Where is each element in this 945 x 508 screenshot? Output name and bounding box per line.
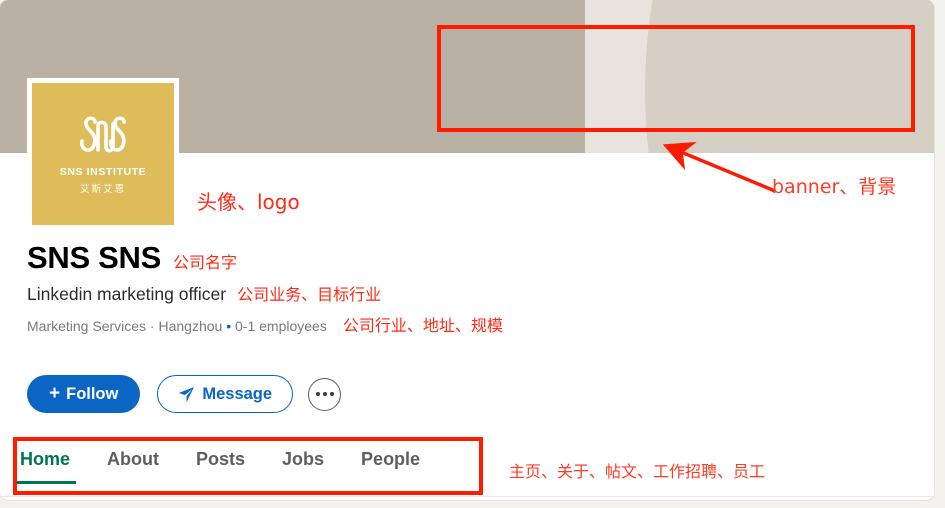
company-info: SNS SNS 公司名字 Linkedin marketing officer … [27, 240, 907, 336]
send-icon [178, 386, 195, 403]
company-logo[interactable]: SNS INSTITUTE 艾斯艾恩 [27, 78, 179, 230]
company-location: Hangzhou [158, 318, 223, 335]
tab-people[interactable]: People [361, 443, 420, 484]
company-name-row: SNS SNS 公司名字 [27, 240, 907, 275]
tab-posts[interactable]: Posts [196, 443, 245, 484]
company-tagline-row: Linkedin marketing officer 公司业务、目标行业 [27, 281, 907, 305]
tab-home-label: Home [20, 449, 71, 469]
company-industry: Marketing Services [27, 318, 147, 335]
linkedin-company-page: SNS INSTITUTE 艾斯艾恩 SNS SNS 公司名字 Linkedin… [0, 0, 945, 508]
logo-brand-text-cn: 艾斯艾恩 [79, 183, 126, 195]
company-meta-row: Marketing Services · Hangzhou • 0-1 empl… [27, 312, 907, 336]
annotation-logo: 头像、logo [197, 190, 300, 214]
ellipsis-dot-icon [315, 392, 320, 396]
company-tagline: Linkedin marketing officer [27, 284, 227, 305]
tab-jobs[interactable]: Jobs [282, 443, 324, 484]
company-nav-tabs: Home About Posts Jobs People [13, 443, 457, 484]
meta-separator: · [146, 318, 159, 335]
message-button-label: Message [202, 384, 273, 403]
annotation-company-name: 公司名字 [173, 253, 238, 272]
tab-about-label: About [107, 449, 159, 469]
tabs-divider [0, 496, 934, 497]
ellipsis-dot-icon [322, 392, 327, 396]
annotation-meta: 公司行业、地址、规模 [342, 316, 503, 336]
sns-monogram-icon [79, 115, 126, 153]
tab-people-label: People [361, 449, 421, 469]
meta-bullet: • [222, 318, 236, 335]
more-actions-button[interactable] [308, 377, 342, 411]
ellipsis-dot-icon [329, 392, 334, 396]
annotation-tabs: 主页、关于、帖文、工作招聘、员工 [509, 462, 766, 481]
action-buttons: + Follow Message [27, 375, 342, 413]
follow-button[interactable]: + Follow [27, 375, 141, 413]
tab-about[interactable]: About [107, 443, 159, 484]
logo-brand-text: SNS INSTITUTE [59, 165, 147, 178]
plus-icon: + [49, 383, 61, 404]
company-employees: 0-1 employees [235, 318, 327, 335]
tab-jobs-label: Jobs [282, 449, 325, 469]
page-title: SNS SNS [27, 240, 161, 275]
banner-curved-shape [645, 0, 934, 153]
company-profile-card: SNS INSTITUTE 艾斯艾恩 SNS SNS 公司名字 Linkedin… [0, 0, 934, 500]
logo-tile: SNS INSTITUTE 艾斯艾恩 [32, 83, 174, 225]
tab-posts-label: Posts [196, 449, 246, 469]
tab-home[interactable]: Home [13, 443, 77, 484]
company-meta: Marketing Services · Hangzhou • 0-1 empl… [27, 318, 327, 334]
annotation-tagline: 公司业务、目标行业 [237, 285, 382, 305]
message-button[interactable]: Message [157, 375, 294, 413]
annotation-banner: banner、背景 [772, 176, 897, 198]
follow-button-label: Follow [66, 384, 119, 403]
